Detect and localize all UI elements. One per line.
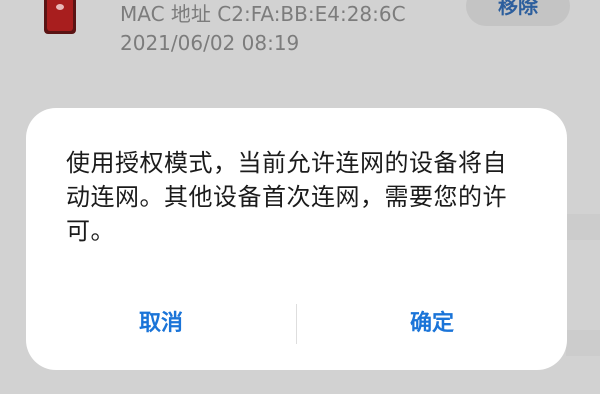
huawei-phone-icon [44, 0, 76, 34]
device-list-item: MAC 地址 C2:FA:BB:E4:28:6C 2021/06/02 08:1… [0, 0, 600, 80]
background-divider [566, 214, 600, 240]
dialog-message: 使用授权模式，当前允许连网的设备将自动连网。其他设备首次连网，需要您的许可。 [66, 149, 507, 245]
cancel-button[interactable]: 取消 [26, 304, 296, 344]
confirm-button[interactable]: 确定 [297, 304, 567, 344]
device-mac-address: MAC 地址 C2:FA:BB:E4:28:6C [120, 2, 406, 26]
device-connect-time: 2021/06/02 08:19 [120, 31, 300, 55]
authorization-mode-dialog: 使用授权模式，当前允许连网的设备将自动连网。其他设备首次连网，需要您的许可。 取… [26, 108, 567, 370]
remove-device-button[interactable]: 移除 [466, 0, 570, 26]
dialog-actions: 取消 确定 [26, 304, 567, 344]
background-divider [566, 330, 600, 356]
